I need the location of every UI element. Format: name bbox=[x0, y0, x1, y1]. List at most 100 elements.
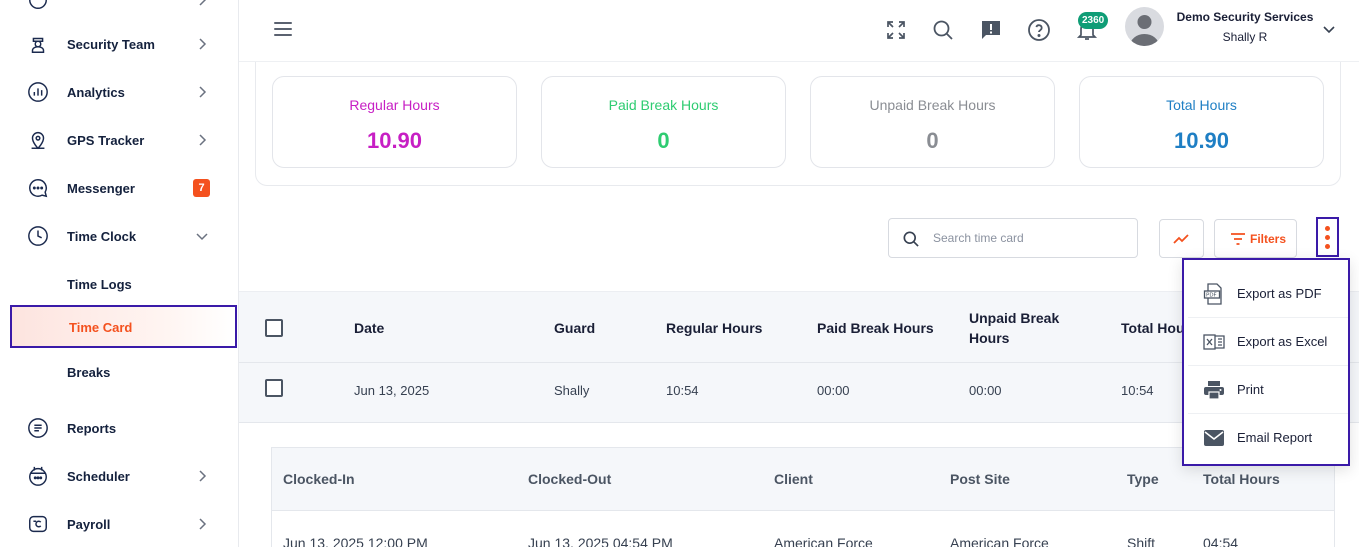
cell-regular-hours: 10:54 bbox=[666, 383, 699, 398]
print-item[interactable]: Print bbox=[1188, 366, 1348, 414]
cell-client: American Force bbox=[774, 535, 873, 547]
menu-toggle-icon[interactable] bbox=[274, 22, 292, 36]
search-input[interactable] bbox=[933, 228, 1123, 248]
email-icon bbox=[1202, 426, 1226, 450]
sidebar-item-messenger[interactable]: Messenger 7 bbox=[0, 164, 239, 212]
trend-icon bbox=[1173, 234, 1189, 244]
sidebar-subitem-label: Breaks bbox=[67, 364, 111, 380]
col-paid-break-hours[interactable]: Paid Break Hours bbox=[817, 318, 934, 338]
stat-value: 0 bbox=[926, 128, 939, 153]
notification-badge: 2360 bbox=[1078, 12, 1109, 29]
sidebar-item-label: Scheduler bbox=[67, 468, 130, 484]
sidebar-item-reports[interactable]: Reports bbox=[0, 404, 239, 452]
feedback-icon[interactable] bbox=[979, 18, 1003, 42]
sidebar-item-label: Analytics bbox=[67, 84, 125, 100]
col-clocked-out: Clocked-Out bbox=[528, 471, 612, 487]
chevron-down-icon[interactable] bbox=[1322, 22, 1336, 36]
sidebar-item-label: Reports bbox=[67, 420, 117, 436]
menu-label: Export as Excel bbox=[1237, 334, 1328, 349]
app-root: Security Team Analytics GPS Tracker Mess… bbox=[0, 0, 1359, 547]
sidebar-item-gps-tracker[interactable]: GPS Tracker bbox=[0, 116, 239, 164]
export-pdf-item[interactable]: PDF Export as PDF bbox=[1188, 270, 1348, 318]
analytics-icon bbox=[26, 80, 50, 104]
cell-date: Jun 13, 2025 bbox=[354, 383, 430, 398]
unread-badge: 7 bbox=[193, 179, 210, 197]
sidebar-subitem-label: Time Card bbox=[69, 320, 133, 335]
chevron-right-icon bbox=[195, 37, 209, 51]
chevron-right-icon bbox=[195, 0, 209, 7]
stat-regular-hours: Regular Hours 10.90 bbox=[272, 76, 517, 168]
top-header: 2360 Demo Security Services Shally R bbox=[239, 0, 1359, 62]
cell-total-hours: 10:54 bbox=[1121, 383, 1154, 398]
sidebar-subitem-breaks[interactable]: Breaks bbox=[0, 352, 239, 392]
reports-icon bbox=[26, 416, 50, 440]
sidebar-subitem-time-card[interactable]: Time Card bbox=[10, 305, 237, 348]
cell-total-hours: 04:54 bbox=[1203, 535, 1239, 547]
sidebar-item-label: GPS Tracker bbox=[67, 132, 145, 148]
col-clocked-in: Clocked-In bbox=[283, 471, 355, 487]
col-total-hours: Total Hours bbox=[1203, 471, 1280, 487]
sidebar-item-scheduler[interactable]: Scheduler bbox=[0, 452, 239, 500]
menu-label: Print bbox=[1237, 382, 1264, 397]
chevron-right-icon bbox=[195, 85, 209, 99]
sidebar-item-payroll[interactable]: Payroll bbox=[0, 500, 239, 547]
row-checkbox[interactable] bbox=[265, 379, 283, 397]
chevron-down-icon bbox=[195, 229, 209, 243]
detail-table: Clocked-In Clocked-Out Client Post Site … bbox=[271, 447, 1335, 547]
cell-guard: Shally bbox=[554, 383, 590, 398]
partial-icon bbox=[26, 0, 50, 12]
col-total-hours[interactable]: Total Hou bbox=[1121, 318, 1185, 338]
sidebar: Security Team Analytics GPS Tracker Mess… bbox=[0, 0, 239, 547]
stat-label: Paid Break Hours bbox=[608, 97, 719, 113]
stat-unpaid-break-hours: Unpaid Break Hours 0 bbox=[810, 76, 1055, 168]
sidebar-item-security-team[interactable]: Security Team bbox=[0, 20, 239, 68]
stat-label: Total Hours bbox=[1166, 97, 1237, 113]
fullscreen-icon[interactable] bbox=[884, 18, 908, 42]
help-icon[interactable] bbox=[1027, 18, 1051, 42]
search-icon[interactable] bbox=[931, 18, 955, 42]
svg-text:PDF: PDF bbox=[1206, 293, 1217, 299]
excel-icon bbox=[1202, 330, 1226, 354]
location-pin-icon bbox=[26, 128, 50, 152]
col-regular-hours[interactable]: Regular Hours bbox=[666, 318, 762, 338]
sidebar-item-label: Messenger bbox=[67, 180, 135, 196]
cell-paid-break-hours: 00:00 bbox=[817, 383, 850, 398]
pdf-icon: PDF bbox=[1202, 282, 1226, 306]
cell-clocked-in: Jun 13, 2025 12:00 PM bbox=[283, 535, 428, 547]
avatar[interactable] bbox=[1125, 7, 1164, 46]
chart-view-button[interactable] bbox=[1159, 219, 1204, 258]
col-unpaid-break-line1[interactable]: Unpaid Break bbox=[969, 308, 1059, 328]
search-box bbox=[888, 218, 1138, 258]
chat-icon bbox=[26, 176, 50, 200]
sidebar-item-time-clock[interactable]: Time Clock bbox=[0, 212, 239, 260]
filter-icon bbox=[1231, 233, 1245, 245]
clock-icon bbox=[26, 224, 50, 248]
email-report-item[interactable]: Email Report bbox=[1188, 414, 1348, 462]
cell-unpaid-break-hours: 00:00 bbox=[969, 383, 1002, 398]
export-excel-item[interactable]: Export as Excel bbox=[1188, 318, 1348, 366]
col-post-site: Post Site bbox=[950, 471, 1010, 487]
chevron-right-icon bbox=[195, 133, 209, 147]
cell-post-site: American Force bbox=[950, 535, 1049, 547]
sidebar-item-label: Security Team bbox=[67, 36, 155, 52]
detail-table-header: Clocked-In Clocked-Out Client Post Site … bbox=[272, 448, 1334, 511]
kebab-dot bbox=[1325, 244, 1330, 249]
org-name: Demo Security Services bbox=[1176, 10, 1314, 24]
stat-total-hours: Total Hours 10.90 bbox=[1079, 76, 1324, 168]
stat-value: 0 bbox=[657, 128, 670, 153]
more-options-button[interactable] bbox=[1316, 217, 1339, 257]
col-date[interactable]: Date bbox=[354, 318, 384, 338]
sidebar-item-label: Time Clock bbox=[67, 228, 137, 244]
stat-value: 10.90 bbox=[366, 128, 423, 153]
sidebar-subitem-time-logs[interactable]: Time Logs bbox=[0, 264, 239, 304]
col-unpaid-break-line2[interactable]: Hours bbox=[969, 328, 1009, 348]
sidebar-item-analytics[interactable]: Analytics bbox=[0, 68, 239, 116]
cell-type: Shift bbox=[1127, 535, 1156, 547]
payroll-icon bbox=[26, 512, 50, 536]
menu-label: Export as PDF bbox=[1237, 286, 1322, 301]
filters-button[interactable]: Filters bbox=[1214, 219, 1297, 258]
select-all-checkbox[interactable] bbox=[265, 319, 283, 337]
col-guard[interactable]: Guard bbox=[554, 318, 595, 338]
user-name: Shally R bbox=[1222, 30, 1268, 44]
printer-icon bbox=[1202, 378, 1226, 402]
